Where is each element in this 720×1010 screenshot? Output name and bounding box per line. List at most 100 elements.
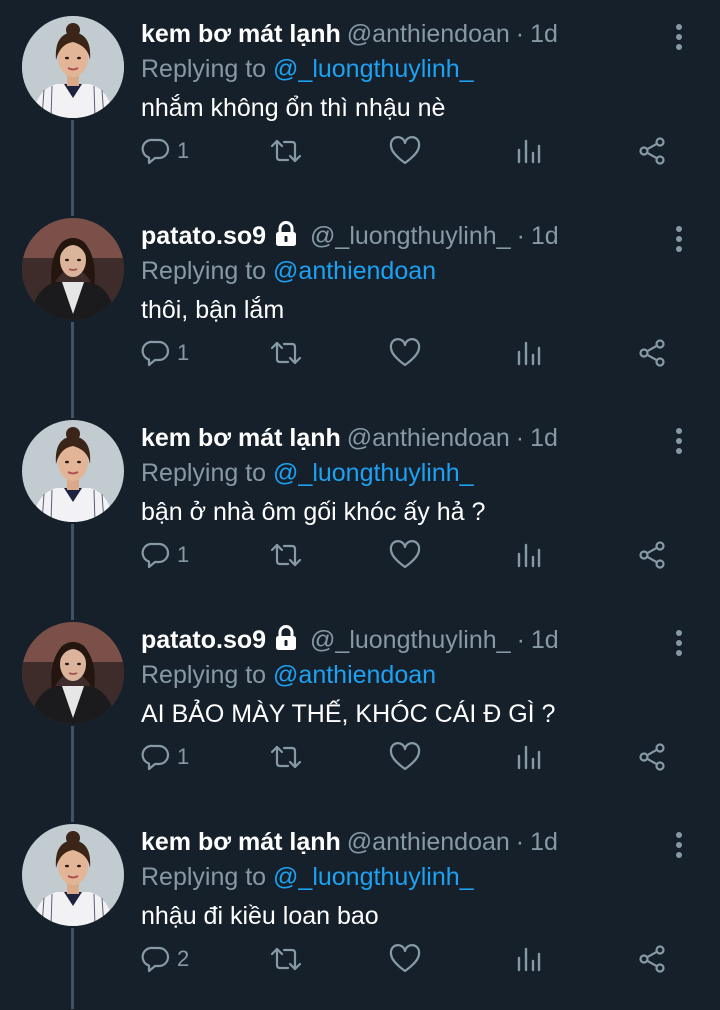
share-icon bbox=[639, 339, 665, 367]
analytics-icon bbox=[517, 341, 541, 366]
retweet-icon bbox=[270, 745, 302, 769]
analytics-button[interactable] bbox=[515, 740, 543, 774]
more-options-icon[interactable] bbox=[672, 224, 686, 254]
handle[interactable]: @_luongthuylinh_ bbox=[310, 626, 511, 654]
replying-to-mention[interactable]: @anthiendoan bbox=[273, 257, 436, 285]
lock-icon bbox=[276, 221, 297, 246]
timestamp[interactable]: 1d bbox=[531, 626, 559, 654]
replying-to-mention[interactable]: @_luongthuylinh_ bbox=[273, 459, 474, 487]
analytics-icon bbox=[517, 543, 541, 568]
separator-dot: · bbox=[515, 20, 525, 48]
retweet-button[interactable] bbox=[269, 336, 303, 370]
share-icon bbox=[639, 541, 665, 569]
replying-to-mention[interactable]: @anthiendoan bbox=[273, 661, 436, 689]
timestamp[interactable]: 1d bbox=[530, 424, 558, 452]
reply-count: 1 bbox=[177, 744, 190, 769]
share-icon bbox=[639, 743, 665, 771]
display-name[interactable]: kem bơ mát lạnh bbox=[141, 828, 341, 856]
retweet-icon bbox=[270, 341, 302, 365]
handle[interactable]: @anthiendoan bbox=[347, 20, 510, 48]
replying-to-label: Replying to bbox=[141, 257, 267, 285]
replying-to-label: Replying to bbox=[141, 459, 267, 487]
reply-count: 1 bbox=[177, 138, 190, 163]
tweet[interactable]: patato.so9 @_luongthuylinh_ · 1d Replying t… bbox=[0, 606, 720, 808]
handle[interactable]: @anthiendoan bbox=[347, 424, 510, 452]
reply-count: 2 bbox=[177, 946, 190, 971]
analytics-button[interactable] bbox=[515, 336, 543, 370]
timestamp[interactable]: 1d bbox=[530, 828, 558, 856]
display-name[interactable]: patato.so9 bbox=[141, 222, 266, 250]
tweet-text: bận ở nhà ôm gối khóc ấy hả ? bbox=[141, 498, 486, 526]
avatar[interactable] bbox=[22, 218, 124, 320]
share-icon bbox=[639, 137, 665, 165]
heart-icon bbox=[389, 944, 421, 973]
share-button[interactable] bbox=[637, 740, 667, 774]
analytics-button[interactable] bbox=[515, 134, 543, 168]
like-button[interactable] bbox=[389, 538, 421, 572]
timestamp[interactable]: 1d bbox=[530, 20, 558, 48]
share-button[interactable] bbox=[637, 942, 667, 976]
retweet-button[interactable] bbox=[269, 134, 303, 168]
share-button[interactable] bbox=[637, 336, 667, 370]
replying-to-label: Replying to bbox=[141, 55, 267, 83]
heart-icon bbox=[389, 742, 421, 771]
analytics-icon bbox=[517, 139, 541, 164]
like-button[interactable] bbox=[389, 942, 421, 976]
separator-dot: · bbox=[516, 222, 525, 250]
reply-button[interactable]: 1 bbox=[141, 134, 189, 168]
reply-button[interactable]: 1 bbox=[141, 740, 189, 774]
share-button[interactable] bbox=[637, 538, 667, 572]
handle[interactable]: @anthiendoan bbox=[347, 828, 510, 856]
display-name[interactable]: patato.so9 bbox=[141, 626, 266, 654]
lock-icon bbox=[276, 625, 297, 650]
avatar[interactable] bbox=[22, 420, 124, 522]
like-button[interactable] bbox=[389, 740, 421, 774]
avatar-kem-image bbox=[22, 16, 124, 118]
analytics-button[interactable] bbox=[515, 942, 543, 976]
avatar-patato-image bbox=[22, 622, 124, 724]
like-button[interactable] bbox=[389, 336, 421, 370]
avatar[interactable] bbox=[22, 16, 124, 118]
tweet[interactable]: patato.so9 @_luongthuylinh_ · 1d Replying t… bbox=[0, 202, 720, 404]
avatar[interactable] bbox=[22, 824, 124, 926]
retweet-button[interactable] bbox=[269, 538, 303, 572]
tweet[interactable]: kem bơ mát lạnh @anthiendoan · 1d Replying … bbox=[0, 404, 720, 606]
tweet-text: nhắm không ổn thì nhậu nè bbox=[141, 94, 446, 122]
separator-dot: · bbox=[515, 828, 525, 856]
heart-icon bbox=[389, 136, 421, 165]
heart-icon bbox=[389, 338, 421, 367]
tweet-actions: 1 bbox=[141, 538, 681, 572]
analytics-button[interactable] bbox=[515, 538, 543, 572]
tweet-text: nhậu đi kiều loan bao bbox=[141, 902, 379, 930]
separator-dot: · bbox=[515, 424, 525, 452]
share-button[interactable] bbox=[637, 134, 667, 168]
display-name[interactable]: kem bơ mát lạnh bbox=[141, 424, 341, 452]
reply-icon bbox=[141, 542, 170, 569]
retweet-button[interactable] bbox=[269, 740, 303, 774]
handle[interactable]: @_luongthuylinh_ bbox=[310, 222, 511, 250]
replying-to-mention[interactable]: @_luongthuylinh_ bbox=[273, 863, 474, 891]
heart-icon bbox=[389, 540, 421, 569]
avatar[interactable] bbox=[22, 622, 124, 724]
more-options-icon[interactable] bbox=[672, 426, 686, 456]
more-options-icon[interactable] bbox=[672, 22, 686, 52]
reply-button[interactable]: 1 bbox=[141, 336, 189, 370]
reply-count: 1 bbox=[177, 340, 190, 365]
tweet[interactable]: kem bơ mát lạnh @anthiendoan · 1d Replying … bbox=[0, 808, 720, 1010]
reply-count: 1 bbox=[177, 542, 190, 567]
reply-button[interactable]: 1 bbox=[141, 538, 189, 572]
tweet[interactable]: kem bơ mát lạnh @anthiendoan · 1d Replying … bbox=[0, 0, 720, 202]
display-name[interactable]: kem bơ mát lạnh bbox=[141, 20, 341, 48]
replying-to-label: Replying to bbox=[141, 863, 267, 891]
timestamp[interactable]: 1d bbox=[531, 222, 559, 250]
like-button[interactable] bbox=[389, 134, 421, 168]
reply-icon bbox=[141, 946, 170, 973]
retweet-button[interactable] bbox=[269, 942, 303, 976]
more-options-icon[interactable] bbox=[672, 628, 686, 658]
tweet-actions: 2 bbox=[141, 942, 681, 976]
replying-to-mention[interactable]: @_luongthuylinh_ bbox=[273, 55, 474, 83]
more-options-icon[interactable] bbox=[672, 830, 686, 860]
reply-button[interactable]: 2 bbox=[141, 942, 189, 976]
retweet-icon bbox=[270, 139, 302, 163]
avatar-kem-image bbox=[22, 824, 124, 926]
